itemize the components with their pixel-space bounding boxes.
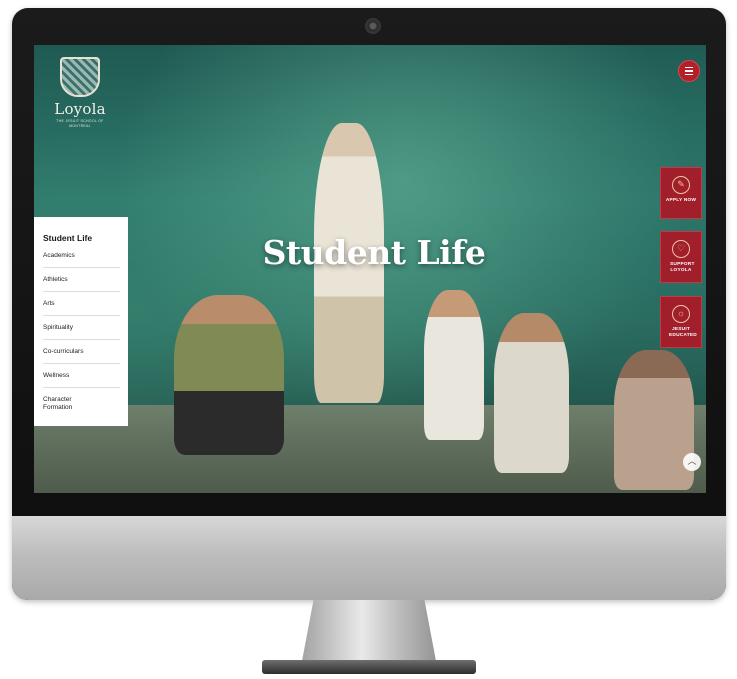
apply-icon: ✎ (672, 176, 690, 194)
chevron-up-icon: ︿ (687, 456, 697, 466)
nav-item-character-formation[interactable]: Character Formation (43, 396, 91, 419)
actor-far-right (614, 350, 694, 490)
section-nav: Student Life Academics Athletics Arts Sp… (34, 217, 128, 426)
apply-now-button[interactable]: ✎ APPLY NOW (660, 167, 702, 219)
menu-button[interactable] (678, 60, 700, 82)
nav-item-student-life[interactable]: Student Life (43, 233, 120, 243)
nav-item-wellness[interactable]: Wellness (43, 372, 120, 388)
monitor: Loyola THE JESUIT SCHOOL OF MONTREAL Stu… (12, 8, 726, 600)
stage-floor (34, 405, 706, 493)
hamburger-line (685, 70, 693, 72)
support-loyola-button[interactable]: ♡ SUPPORT LOYOLA (660, 231, 702, 283)
jesuit-educated-label: JESUIT EDUCATED (669, 327, 697, 338)
nav-item-spirituality[interactable]: Spirituality (43, 324, 120, 340)
actor-seated-center (424, 290, 484, 440)
website-screen: Loyola THE JESUIT SCHOOL OF MONTREAL Stu… (34, 45, 706, 493)
logo-name: Loyola (54, 100, 106, 118)
nav-item-academics[interactable]: Academics (43, 252, 120, 268)
actor-seated-right (494, 313, 569, 473)
sun-icon: ☼ (672, 305, 690, 323)
monitor-stand (301, 600, 437, 662)
logo-subtitle: THE JESUIT SCHOOL OF MONTREAL (56, 119, 104, 128)
nav-item-arts[interactable]: Arts (43, 300, 120, 316)
page-title: Student Life (262, 233, 486, 272)
site-logo[interactable]: Loyola THE JESUIT SCHOOL OF MONTREAL (48, 57, 112, 129)
heart-icon: ♡ (672, 240, 690, 258)
nav-item-co-curriculars[interactable]: Co-curriculars (43, 348, 120, 364)
apply-now-label: APPLY NOW (665, 198, 697, 203)
jesuit-educated-button[interactable]: ☼ JESUIT EDUCATED (660, 296, 702, 348)
hamburger-icon (685, 66, 693, 69)
crest-icon (60, 57, 100, 97)
monitor-chin (12, 516, 726, 600)
hamburger-line (685, 73, 693, 76)
support-loyola-label: SUPPORT LOYOLA (670, 262, 695, 273)
scroll-top-button[interactable]: ︿ (683, 453, 701, 471)
actor-seated-left (174, 295, 284, 455)
nav-item-athletics[interactable]: Athletics (43, 276, 120, 292)
monitor-base (262, 660, 476, 674)
camera-icon (365, 18, 381, 34)
